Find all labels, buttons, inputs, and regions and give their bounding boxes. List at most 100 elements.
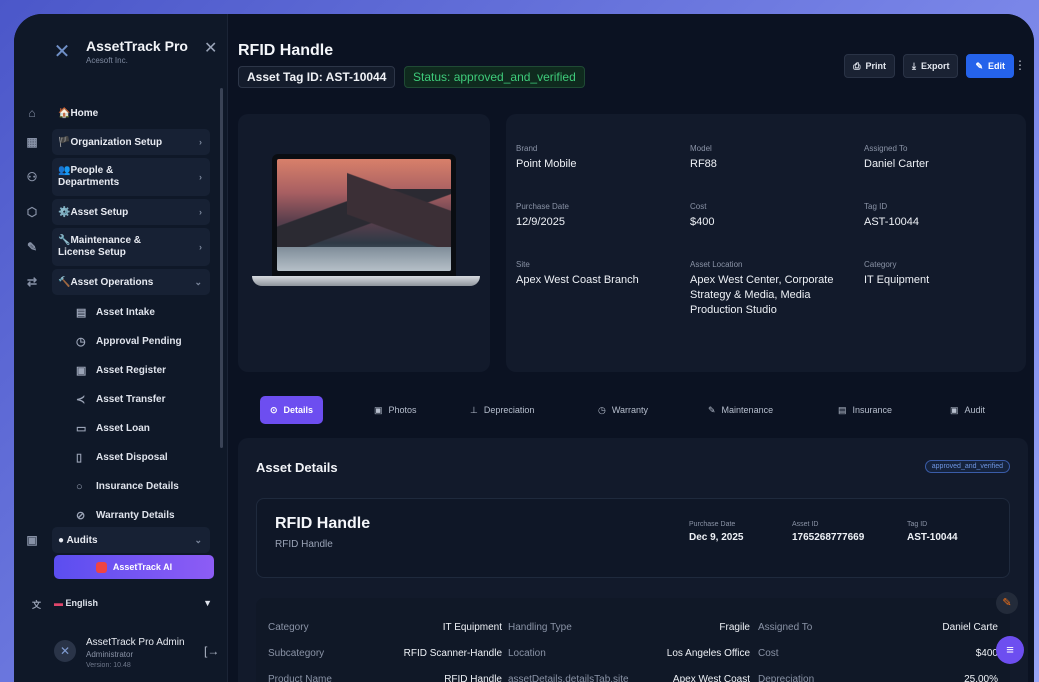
info-site: Site Apex West Coast Branch [516, 260, 639, 286]
submenu-item-approval-pending[interactable]: ◷ Approval Pending [76, 327, 216, 356]
circle-icon: ○ [76, 480, 83, 493]
chart-icon: ⊥ [470, 404, 478, 415]
user-name: AssetTrack Pro Admin [86, 637, 185, 648]
sidebar-item-asset-operations[interactable]: ⇄ 🔨Asset Operations ⌄ [27, 269, 210, 295]
file-icon: ▤ [838, 404, 847, 415]
notification-fab[interactable]: ✎ [996, 592, 1018, 614]
submenu-label: Asset Transfer [96, 394, 166, 405]
caret-down-icon: ▼ [203, 598, 212, 608]
clock-icon: ◷ [76, 336, 86, 348]
printer-icon: ⎙ [853, 60, 861, 71]
info-purchase-date: Purchase Date 12/9/2025 [516, 202, 569, 228]
language-selector[interactable]: ⽂ ▬ English ▼ [32, 598, 212, 610]
sidebar-item-label: ● Audits [58, 534, 98, 546]
swap-icon: ⇄ [26, 275, 38, 289]
building-icon: ▦ [26, 135, 38, 149]
user-profile: ✕ AssetTrack Pro Admin Administrator Ver… [54, 634, 224, 682]
sidebar-item-organization[interactable]: ▦ 🏴Organization Setup › [26, 129, 210, 155]
info-category: Category IT Equipment [864, 260, 930, 286]
summary-purchase-date: Purchase Date Dec 9, 2025 [689, 521, 744, 543]
submenu-item-asset-intake[interactable]: ▤ Asset Intake [76, 298, 216, 327]
submenu-label: Asset Disposal [96, 452, 168, 463]
audit-icon: ▣ [26, 533, 38, 547]
close-sidebar-icon[interactable]: ✕ [204, 38, 217, 58]
brand: ✕ AssetTrack Pro Acesoft Inc. ✕ [48, 34, 218, 74]
export-label: Export [920, 61, 950, 71]
tab-warranty[interactable]: ◷ Warranty [588, 396, 658, 424]
submenu-item-asset-disposal[interactable]: ▯ Asset Disposal [76, 443, 216, 472]
info-assigned: Assigned To Daniel Carter [864, 144, 929, 170]
wrench-icon: ✎ [26, 240, 38, 254]
shield-icon: ⊙ [270, 404, 278, 415]
export-button[interactable]: ⤓ Export [902, 54, 959, 78]
submenu-item-warranty[interactable]: ⊘ Warranty Details [76, 501, 216, 530]
sidebar-item-audits[interactable]: ▣ ● Audits ⌄ [26, 527, 210, 553]
info-location: Asset Location Apex West Center, Corporat… [690, 260, 834, 316]
tab-depreciation[interactable]: ⊥ Depreciation [460, 396, 544, 424]
sidebar-item-maintenance[interactable]: ✎ 🔧Maintenance & License Setup › [27, 228, 210, 266]
sidebar-item-label: 🔧Maintenance & License Setup [58, 235, 142, 258]
submenu-item-asset-loan[interactable]: ▭ Asset Loan [76, 414, 216, 443]
sidebar-nav: ⌂ 🏠Home ▦ 🏴Organization Setup › ⚇ 👥Peopl… [26, 100, 210, 298]
detail-tabs: ⊙ Details ▣ Photos ⊥ Depreciation ◷ Warranty… [260, 396, 1030, 424]
edit-button[interactable]: ✎ Edit [966, 54, 1014, 78]
submenu-item-asset-register[interactable]: ▣ Asset Register [76, 356, 216, 385]
submenu-label: Asset Loan [96, 423, 150, 434]
asset-operations-submenu: ▤ Asset Intake ◷ Approval Pending ▣ Asse… [76, 298, 216, 530]
asset-photo[interactable] [252, 154, 480, 292]
wrench-icon: ✎ [708, 404, 716, 415]
brand-subtitle: Acesoft Inc. [86, 56, 128, 65]
print-button[interactable]: ⎙ Print [844, 54, 895, 78]
status-badge: Status: approved_and_verified [404, 66, 585, 88]
sidebar-item-home[interactable]: ⌂ 🏠Home [28, 100, 210, 126]
more-options-icon[interactable]: ⋮ [1014, 58, 1026, 72]
menu-fab[interactable]: ≡ [996, 636, 1024, 664]
clock-icon: ◷ [598, 404, 606, 415]
chevron-right-icon: › [199, 242, 202, 252]
language-label: English [65, 598, 99, 608]
sidebar-item-label: 👥People & Departments [58, 165, 120, 188]
submenu-item-asset-transfer[interactable]: ≺ Asset Transfer [76, 385, 216, 414]
status-badge: approved_and_verified [924, 460, 1010, 473]
sidebar-item-label: 🏠Home [58, 107, 99, 119]
sidebar-item-label: ⚙️Asset Setup [58, 206, 129, 218]
submenu-item-insurance[interactable]: ○ Insurance Details [76, 472, 216, 501]
logout-icon[interactable]: [→ [204, 644, 219, 658]
submenu-label: Approval Pending [96, 336, 182, 347]
chevron-right-icon: › [199, 207, 202, 217]
spec-row: Subcategory RFID Scanner-Handle Location… [268, 648, 998, 659]
chevron-right-icon: › [199, 172, 202, 182]
sidebar-scrollbar[interactable] [220, 88, 223, 448]
tab-audit[interactable]: ▣ Audit [940, 396, 995, 424]
chevron-down-icon: ⌄ [194, 534, 202, 545]
tab-photos[interactable]: ▣ Photos [364, 396, 427, 424]
submenu-label: Asset Intake [96, 307, 155, 318]
assettrack-ai-button[interactable]: AssetTrack AI [54, 555, 214, 579]
ai-icon [95, 561, 107, 573]
sidebar-item-asset-setup[interactable]: ⬡ ⚙️Asset Setup › [27, 199, 210, 225]
tab-maintenance[interactable]: ✎ Maintenance [698, 396, 783, 424]
sidebar-item-label: 🔨Asset Operations [58, 276, 154, 288]
trash-icon: ▯ [76, 452, 83, 464]
info-model: Model RF88 [690, 144, 717, 170]
asset-details-card: Asset Details approved_and_verified RFID… [238, 438, 1028, 682]
edit-icon: ✎ [975, 60, 983, 71]
app-version: Version: 10.48 [86, 662, 131, 669]
sidebar-item-label: 🏴Organization Setup [58, 136, 163, 148]
asset-summary: RFID Handle RFID Handle Purchase Date Dec… [256, 498, 1010, 578]
flag-icon: ▬ [54, 598, 63, 608]
section-title: Asset Details [256, 460, 338, 475]
spec-row: Category IT Equipment Handling Type Frag… [268, 622, 998, 633]
sidebar: ✕ AssetTrack Pro Acesoft Inc. ✕ ⌂ 🏠Home … [14, 14, 228, 682]
sidebar-item-people[interactable]: ⚇ 👥People & Departments › [27, 158, 210, 196]
spec-row: Product Name RFID Handle assetDetails.de… [268, 674, 998, 682]
logo-icon: ✕ [53, 41, 71, 63]
user-role: Administrator [86, 650, 134, 659]
tab-insurance[interactable]: ▤ Insurance [828, 396, 902, 424]
tab-details[interactable]: ⊙ Details [260, 396, 324, 424]
page-title: RFID Handle [238, 42, 334, 59]
summary-tag-id: Tag ID AST-10044 [907, 521, 958, 543]
header-actions: ⎙ Print ⤓ Export ✎ Edit [844, 54, 1014, 78]
submenu-label: Asset Register [96, 365, 167, 376]
check-circle-icon: ⊘ [76, 510, 86, 522]
